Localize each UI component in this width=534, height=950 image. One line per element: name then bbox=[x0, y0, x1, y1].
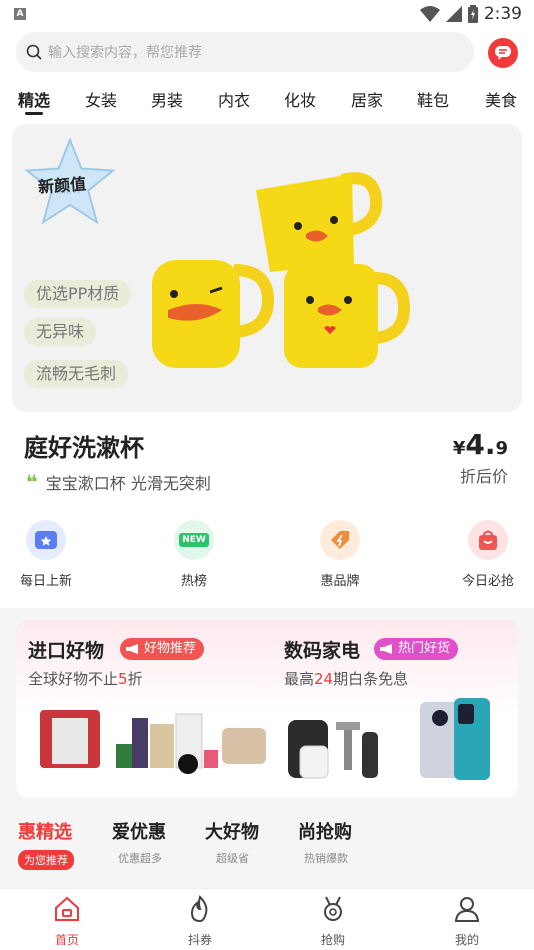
shopping-bag-icon bbox=[468, 520, 508, 560]
section-title: 大好物 bbox=[205, 822, 259, 843]
promo-card: 进口好物 好物推荐 全球好物不止5折 数码家电 热门好货 最高24期白条免息 bbox=[16, 620, 518, 798]
tab-cosmetics[interactable]: 化妆 bbox=[284, 87, 316, 111]
search-bar[interactable]: 输入搜索内容，帮您推荐 bbox=[16, 32, 474, 72]
product-subtitle-text: 宝宝漱口杯 光滑无突刺 bbox=[45, 474, 211, 493]
nav-label: 我的 bbox=[454, 933, 479, 947]
price-currency: ¥ bbox=[452, 438, 466, 459]
promo-section: 进口好物 好物推荐 全球好物不止5折 数码家电 热门好货 最高24期白条免息 惠… bbox=[0, 608, 534, 888]
entry-label: 惠品牌 bbox=[320, 574, 360, 589]
feature-tag: 流畅无毛刺 bbox=[24, 360, 129, 388]
active-tab-indicator bbox=[25, 112, 43, 115]
price-block: ¥4.9 折后价 bbox=[453, 428, 508, 487]
profile-icon bbox=[454, 897, 480, 922]
tab-featured[interactable]: 精选 bbox=[18, 87, 50, 111]
nav-home[interactable]: 首页 bbox=[37, 895, 97, 948]
feature-tag: 优选PP材质 bbox=[24, 280, 132, 308]
section-subtitle: 优惠超多 bbox=[118, 852, 162, 865]
featured-banner-section: NEW 新颜值 优选PP材质 无异味 流畅无毛刺 庭好洗漱杯 ❝ 宝宝漱口杯 光… bbox=[0, 120, 534, 508]
entry-today-must-grab[interactable]: 今日必抢 bbox=[448, 520, 528, 589]
tab-shoes-bags[interactable]: 鞋包 bbox=[417, 87, 449, 111]
banner-card[interactable]: NEW 新颜值 优选PP材质 无异味 流畅无毛刺 bbox=[12, 124, 522, 412]
signal-icon bbox=[445, 6, 462, 22]
quick-entry-row: 每日上新 NEW 热榜 惠品牌 今日必抢 bbox=[0, 508, 534, 608]
hot-list-icon: NEW bbox=[174, 520, 214, 560]
header: 输入搜索内容，帮您推荐 精选 女装 男装 内衣 化妆 居家 鞋包 美食 bbox=[0, 28, 534, 120]
medal-icon bbox=[324, 896, 342, 921]
entry-label: 每日上新 bbox=[19, 574, 72, 589]
notification-a-icon: A bbox=[14, 8, 26, 20]
promo-chip-text: 好物推荐 bbox=[144, 641, 197, 656]
promo-subtitle: 最高24期白条免息 bbox=[284, 670, 409, 688]
search-icon bbox=[26, 44, 42, 60]
section-title: 尚抢购 bbox=[298, 822, 352, 843]
promo-subtitle: 全球好物不止5折 bbox=[28, 670, 143, 688]
bottom-navigation: 首页 抖券 抢购 我的 bbox=[0, 888, 534, 950]
section-subtitle: 为您推荐 bbox=[18, 850, 74, 870]
duck-cups-image bbox=[152, 172, 411, 368]
promo-chip-text: 热门好货 bbox=[398, 641, 451, 656]
megaphone-icon bbox=[380, 644, 392, 654]
tab-men[interactable]: 男装 bbox=[151, 87, 183, 111]
megaphone-icon bbox=[126, 644, 138, 654]
feature-tag: 无异味 bbox=[24, 318, 97, 346]
badge-text: 新颜值 bbox=[37, 174, 87, 197]
new-badge: NEW bbox=[179, 533, 209, 547]
status-time: 2:39 bbox=[483, 4, 522, 24]
promo-title: 进口好物 bbox=[28, 640, 105, 662]
section-subtitle: 热销爆款 bbox=[304, 852, 348, 865]
section-tab-featured-deals[interactable]: 惠精选 为您推荐 bbox=[18, 818, 74, 870]
brand-tag-icon bbox=[320, 520, 360, 560]
status-bar: A 2:39 bbox=[0, 0, 534, 28]
tab-food[interactable]: 美食 bbox=[485, 87, 517, 111]
search-placeholder: 输入搜索内容，帮您推荐 bbox=[48, 45, 202, 61]
price-decimal: 9 bbox=[495, 438, 508, 459]
section-subtitle: 超级省 bbox=[216, 852, 249, 865]
daily-new-icon bbox=[26, 520, 66, 560]
price-integer: 4. bbox=[465, 428, 496, 461]
nav-profile[interactable]: 我的 bbox=[437, 895, 497, 948]
quote-icon: ❝ bbox=[26, 470, 38, 494]
entry-label: 热榜 bbox=[180, 574, 207, 589]
entry-label: 今日必抢 bbox=[461, 574, 514, 589]
entry-brand-deals[interactable]: 惠品牌 bbox=[300, 520, 380, 589]
imported-products-image bbox=[40, 710, 266, 774]
product-subtitle: ❝ 宝宝漱口杯 光滑无突刺 bbox=[26, 470, 211, 494]
nav-flash-sale[interactable]: 抢购 bbox=[303, 895, 363, 948]
nav-label: 抢购 bbox=[320, 933, 345, 947]
coupon-flame-icon bbox=[190, 895, 208, 923]
tab-underwear[interactable]: 内衣 bbox=[218, 87, 250, 111]
category-tabs: 精选 女装 男装 内衣 化妆 居家 鞋包 美食 bbox=[0, 82, 534, 118]
entry-hot-list[interactable]: NEW 热榜 bbox=[154, 520, 234, 589]
battery-icon bbox=[467, 5, 478, 23]
digital-products-image bbox=[288, 698, 490, 780]
section-tab-big-goods[interactable]: 大好物 超级省 bbox=[205, 818, 259, 866]
nav-coupons[interactable]: 抖券 bbox=[170, 895, 230, 948]
section-title: 惠精选 bbox=[18, 822, 72, 843]
message-button[interactable] bbox=[488, 38, 518, 68]
tab-women[interactable]: 女装 bbox=[85, 87, 117, 111]
section-tab-love-deals[interactable]: 爱优惠 优惠超多 bbox=[112, 818, 166, 866]
home-icon bbox=[55, 896, 79, 921]
app-screen: A 2:39 输入搜索内容，帮您推荐 精选 女装 男装 内衣 化妆 居家 鞋包 … bbox=[0, 0, 534, 950]
nav-label: 首页 bbox=[54, 933, 79, 947]
section-title: 爱优惠 bbox=[112, 822, 166, 843]
wifi-icon bbox=[419, 6, 440, 22]
promo-title: 数码家电 bbox=[284, 640, 361, 662]
tab-home[interactable]: 居家 bbox=[351, 87, 383, 111]
nav-label: 抖券 bbox=[187, 933, 212, 947]
price-label: 折后价 bbox=[459, 467, 508, 486]
entry-daily-new[interactable]: 每日上新 bbox=[6, 520, 86, 589]
product-title: 庭好洗漱杯 bbox=[24, 434, 144, 462]
section-tab-flash-sale[interactable]: 尚抢购 热销爆款 bbox=[298, 818, 352, 866]
chat-bubble-icon bbox=[495, 46, 511, 60]
